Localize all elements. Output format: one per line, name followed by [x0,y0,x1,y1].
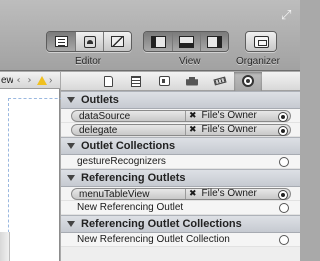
utilities-toggle-button[interactable] [200,32,228,51]
assistant-editor-button[interactable] [75,32,103,51]
tab-attributes-inspector[interactable] [178,72,206,91]
connection-target: ✖ File's Owner [185,189,281,199]
view-bounds-outline [8,98,68,261]
connection-pill[interactable]: delegate ✖ File's Owner [71,124,291,136]
debug-panel-icon [179,35,194,48]
outlet-row-delegate: delegate ✖ File's Owner [61,123,300,137]
canvas-object-edge [0,232,10,261]
disconnect-icon[interactable]: ✖ [189,111,197,121]
new-referencing-outlet-collection-row: New Referencing Outlet Collection [61,233,300,247]
connection-target-name: File's Owner [201,188,257,199]
section-outlet-collections-header[interactable]: Outlet Collections [61,137,300,155]
outlet-name: dataSource [79,111,131,122]
outlet-row-datasource: dataSource ✖ File's Owner [61,109,300,123]
interface-builder-canvas[interactable]: ew ‹ › › [0,72,68,261]
connected-circle-icon[interactable] [278,126,288,136]
empty-connection-circle-icon[interactable] [279,235,289,245]
connection-target-name: File's Owner [201,110,257,121]
disclosure-triangle-icon[interactable] [67,175,75,181]
connection-target-name: File's Owner [201,124,257,135]
organizer-control [245,31,277,52]
tab-connections-inspector[interactable] [234,71,262,91]
empty-connection-circle-icon[interactable] [279,203,289,213]
editor-label: Editor [75,56,102,67]
editor-mode-segmented-control [46,31,132,52]
ruler-icon [213,76,227,86]
disconnect-icon[interactable]: ✖ [189,125,197,135]
version-editor-icon [111,36,124,47]
version-editor-button[interactable] [103,32,131,51]
disclosure-triangle-icon[interactable] [67,221,75,227]
connections-icon [242,75,254,87]
section-referencing-outlets-header[interactable]: Referencing Outlets [61,169,300,187]
connections-inspector: Outlets dataSource ✖ File's Owner delega… [61,71,300,261]
nav-forward-icon[interactable]: › [24,75,35,86]
nav-back-icon[interactable]: ‹ [13,75,24,86]
navigator-toggle-button[interactable] [144,32,172,51]
connection-target: ✖ File's Owner [185,125,281,135]
referencing-outlet-row: menuTableView ✖ File's Owner [61,187,300,201]
tab-quick-help[interactable] [122,72,150,91]
navigator-panel-icon [150,35,166,48]
empty-connection-circle-icon[interactable] [279,157,289,167]
connected-circle-icon[interactable] [278,190,288,200]
quick-help-icon [131,75,141,87]
connection-pill[interactable]: menuTableView ✖ File's Owner [71,188,291,200]
disclosure-triangle-icon[interactable] [67,97,75,103]
section-title: Referencing Outlets [81,172,186,184]
organizer-button[interactable] [246,32,276,51]
debug-area-toggle-button[interactable] [172,32,200,51]
connected-circle-icon[interactable] [278,112,288,122]
view-label: View [179,56,201,67]
section-title: Referencing Outlet Collections [81,218,242,230]
outlet-name: delegate [79,125,118,136]
view-segmented-control [143,31,229,52]
new-referencing-outlet-label: New Referencing Outlet [77,202,184,213]
fullscreen-icon[interactable]: ⤢ [281,9,294,22]
new-referencing-outlet-row: New Referencing Outlet [61,201,300,215]
section-title: Outlets [81,94,119,106]
organizer-icon [253,35,269,48]
disclosure-triangle-icon[interactable] [67,143,75,149]
section-title: Outlet Collections [81,140,176,152]
file-icon [103,75,113,87]
jump-bar-view-text[interactable]: ew [0,75,13,86]
outlet-collection-row: gestureRecognizers [61,155,300,169]
tab-file-inspector[interactable] [94,72,122,91]
section-referencing-outlet-collections-header[interactable]: Referencing Outlet Collections [61,215,300,233]
standard-editor-icon [54,36,68,47]
utilities-panel-icon [207,35,222,48]
standard-editor-button[interactable] [47,32,75,51]
connection-target: ✖ File's Owner [185,111,281,121]
jump-bar-separator: › [49,74,53,86]
identity-icon [158,76,170,86]
assistant-editor-icon [83,35,96,48]
connection-pill[interactable]: dataSource ✖ File's Owner [71,110,291,122]
jump-bar: ew ‹ › › [0,72,60,89]
window-toolbar: ⤢ Editor View Organizer [0,0,300,71]
inspector-tab-bar [61,71,300,91]
outlet-collection-name: gestureRecognizers [77,156,166,167]
tab-size-inspector[interactable] [206,72,234,91]
tab-identity-inspector[interactable] [150,72,178,91]
warning-icon[interactable] [37,75,47,85]
new-referencing-outlet-collection-label: New Referencing Outlet Collection [77,234,230,245]
organizer-label: Organizer [236,56,280,67]
attributes-icon [186,76,198,86]
disconnect-icon[interactable]: ✖ [189,189,197,199]
section-outlets-header[interactable]: Outlets [61,91,300,109]
outlet-name: menuTableView [79,189,150,200]
